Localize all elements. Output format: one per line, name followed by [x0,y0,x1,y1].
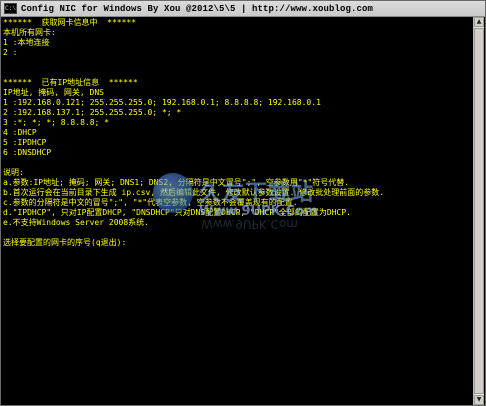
scroll-thumb[interactable] [474,28,484,394]
console-line: ****** 已有IP地址信息 ****** [3,78,138,87]
console-line: IP地址, 掩码, 网关, DNS [3,88,104,97]
vertical-scrollbar[interactable]: ▲ ▼ [473,17,484,405]
console-line: a.参数:IP地址; 掩码; 网关; DNS1; DNS2, 分隔符是中文冒号"… [3,178,350,187]
scroll-up-arrow-icon[interactable]: ▲ [474,17,484,27]
title-bar[interactable]: C:\ Config NIC for Windows By Xou @2012\… [1,1,485,17]
console-line: ****** 获取网卡信息中 ****** [3,18,137,27]
console-line: 6 :DNSDHCP [3,148,52,157]
console-output[interactable]: ****** 获取网卡信息中 ****** 本机所有网卡: 1 :本地连接 2 : **… [3,18,473,403]
scroll-down-arrow-icon[interactable]: ▼ [474,395,484,405]
console-line: 2 :192.168.137.1; 255.255.255.0; *; * [3,108,182,117]
console-line: 2 : [3,48,18,57]
console-line: b.首次运行会在当前目录下生成 ip.csv, 然后编辑此文件, 修改默认参数设… [3,188,385,197]
console-line: 选择要配置的网卡的序号(q退出): [3,238,127,247]
console-line: c.参数的分隔符是中文的冒号";", "*"代表空参数, 空参数不会覆盖现有的配… [3,198,298,207]
console-line: 3 :*; *; *; 8.8.8.8; * [3,118,109,127]
console-line: d."IPDHCP", 只对IP配置DHCP, "DNSDHCP"只对DNS配置… [3,208,352,217]
console-line: 本机所有网卡: [3,28,56,37]
console-line: 4 :DHCP [3,128,37,137]
console-line: 1 :192.168.0.121; 255.255.255.0; 192.168… [3,98,321,107]
console-window: C:\ Config NIC for Windows By Xou @2012\… [0,0,486,406]
console-app-icon: C:\ [4,3,17,14]
console-line: 1 :本地连接 [3,38,50,47]
console-line: 5 :IPDHCP [3,138,47,147]
window-title: Config NIC for Windows By Xou @2012\5\5 … [21,3,374,14]
console-line: 说明: [3,168,24,177]
console-line: e.不支持Windows Server 2008系统. [3,218,149,227]
